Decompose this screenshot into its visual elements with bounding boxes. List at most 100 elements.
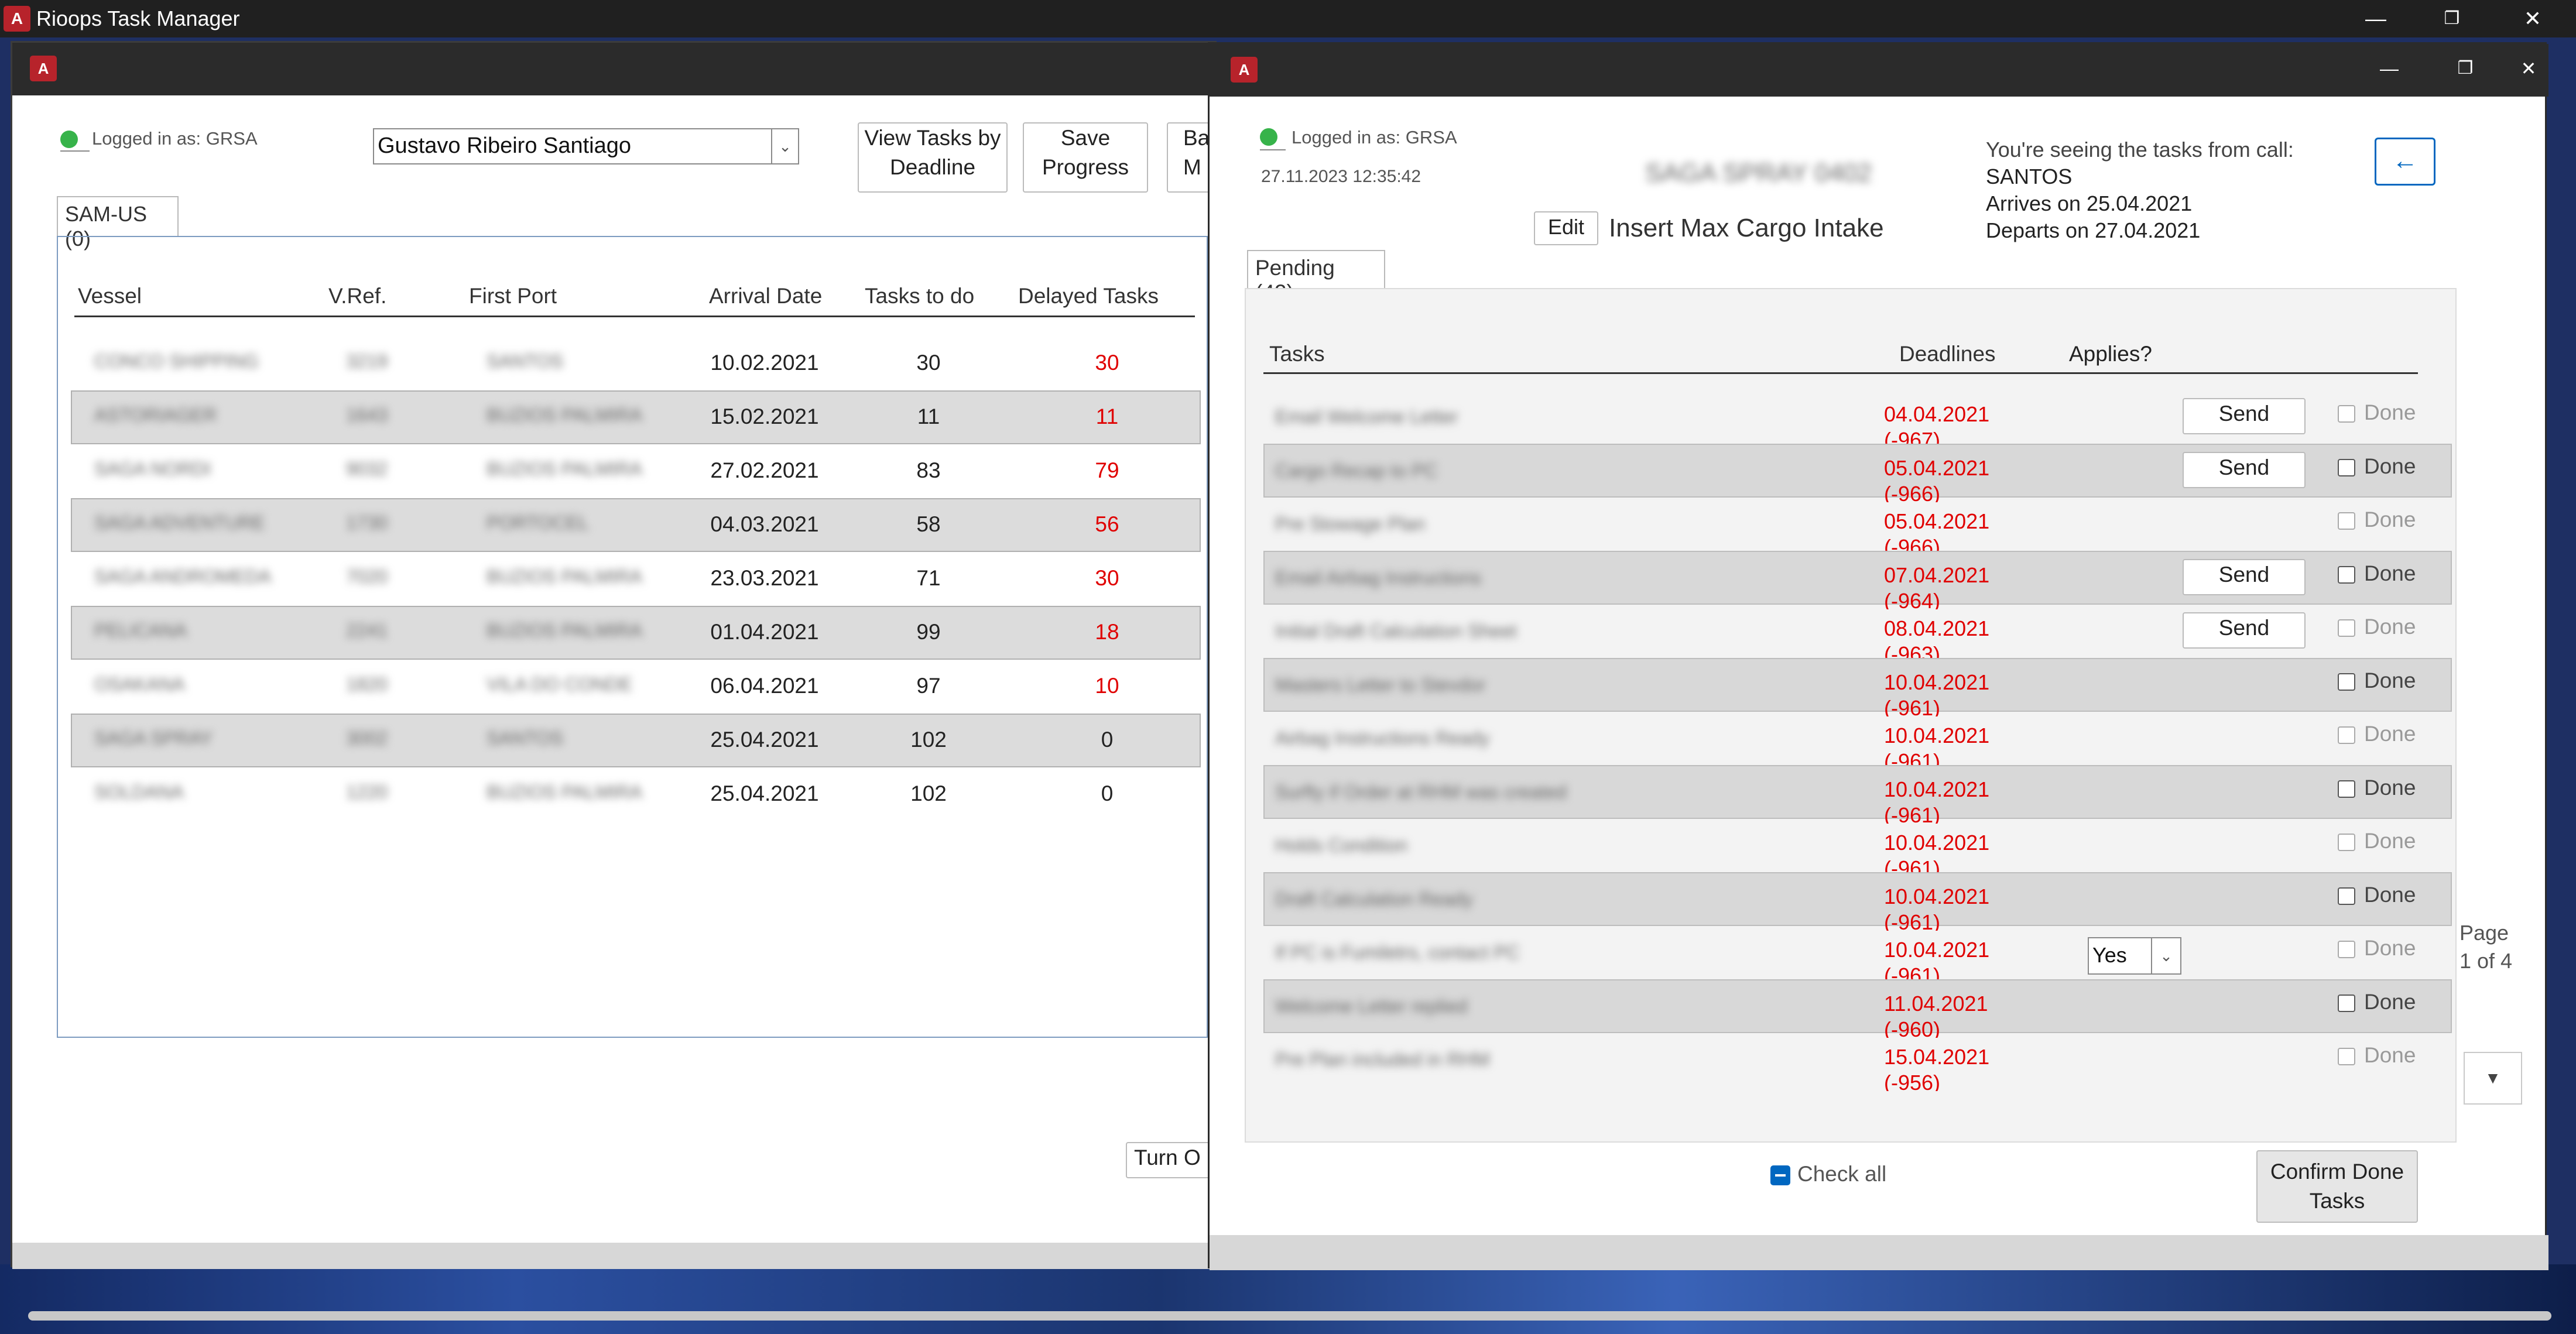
chevron-down-icon[interactable]: ⌄: [771, 129, 798, 163]
table-row[interactable]: OSAKANA 1820 VILA DO CONDE 06.04.2021 97 10: [71, 660, 1201, 714]
task-row[interactable]: Draft Calculation Ready 10.04.2021 (-961)…: [1263, 872, 2452, 931]
send-button[interactable]: Send: [2183, 612, 2306, 649]
table-row[interactable]: PELICANA 2241 BUZIOS PALMIRA 01.04.2021 99 18: [71, 606, 1201, 660]
cell-vref: 3002: [346, 728, 388, 749]
cell-vessel: ASTORIAGER: [94, 404, 217, 426]
done-label: Done: [2364, 829, 2416, 853]
confirm-done-tasks-button[interactable]: Confirm Done Tasks: [2256, 1150, 2418, 1223]
chevron-down-icon[interactable]: ⌄: [2151, 938, 2180, 973]
close-button[interactable]: ✕: [2498, 2, 2568, 35]
close-button[interactable]: ✕: [2502, 52, 2555, 85]
cell-vref: 1643: [346, 404, 388, 426]
task-row[interactable]: Surfty if Order at RHM was created 10.04.…: [1263, 764, 2452, 824]
task-row[interactable]: Holds Condition 10.04.2021 (-961) Done: [1263, 818, 2452, 877]
task-row[interactable]: Email Airbag Instructions 07.04.2021 (-96…: [1263, 550, 2452, 609]
done-label: Done: [2364, 1043, 2416, 1067]
save-progress-button[interactable]: Save Progress: [1023, 122, 1148, 193]
table-row[interactable]: SAGA NORDI 9032 BUZIOS PALMIRA 27.02.2021 83…: [71, 444, 1201, 498]
done-checkbox[interactable]: [2338, 512, 2355, 530]
task-deadline: 08.04.2021 (-963): [1884, 616, 1990, 663]
tab-sam-us[interactable]: SAM-US (0): [57, 196, 179, 251]
call-departs: Departs on 27.04.2021: [1986, 218, 2201, 242]
call-info: You're seeing the tasks from call: SANTO…: [1986, 136, 2294, 244]
cell-tasks-to-do: 97: [916, 674, 941, 698]
done-checkbox[interactable]: [2338, 726, 2355, 744]
done-checkbox[interactable]: [2338, 941, 2355, 958]
cell-delayed-tasks: 18: [1095, 620, 1119, 644]
task-deadline: 05.04.2021 (-966): [1884, 455, 1990, 502]
header-underline: [74, 316, 1195, 317]
task-name: Pre Plan included in RHM: [1275, 1049, 1490, 1070]
table-row[interactable]: SAGA SPRAY 3002 SANTOS 25.04.2021 102 0: [71, 714, 1201, 767]
task-row[interactable]: Pre Plan included in RHM 15.04.2021 (-956…: [1263, 1033, 2452, 1091]
task-deadline: 04.04.2021 (-967): [1884, 402, 1990, 448]
done-checkbox[interactable]: [2338, 565, 2355, 584]
table-row[interactable]: SOLDANA 1220 BUZIOS PALMIRA 25.04.2021 102 0: [71, 767, 1201, 821]
task-deadline: 10.04.2021 (-961): [1884, 884, 1990, 931]
done-checkbox[interactable]: [2338, 994, 2355, 1012]
task-row[interactable]: If PC is Fumiletrs, contact PC 10.04.2021…: [1263, 925, 2452, 984]
back-arrow-button[interactable]: ←: [2375, 138, 2435, 186]
task-row[interactable]: Airbag Instructions Ready 10.04.2021 (-96…: [1263, 711, 2452, 770]
done-checkbox[interactable]: [2338, 1048, 2355, 1065]
task-row[interactable]: Cargo Recap to PC 05.04.2021 (-966) Send Do…: [1263, 443, 2452, 502]
maximize-button[interactable]: ❐: [2439, 52, 2492, 85]
access-form-icon: A: [1231, 57, 1258, 83]
task-name: Pre Stowage Plan: [1275, 513, 1426, 534]
task-deadline: 10.04.2021 (-961): [1884, 831, 1990, 877]
minimize-button[interactable]: —: [2363, 52, 2416, 85]
edit-button[interactable]: Edit: [1534, 211, 1598, 245]
logged-in-label: Logged in as: GRSA: [92, 128, 258, 149]
cell-vessel: CONCO SHIPPING: [94, 351, 259, 372]
task-row[interactable]: Pre Stowage Plan 05.04.2021 (-966) Done: [1263, 497, 2452, 555]
datetime-label: 27.11.2023 12:35:42: [1261, 167, 1421, 186]
cell-arrival-date: 01.04.2021: [710, 620, 819, 644]
task-row[interactable]: Email Welcome Letter 04.04.2021 (-967) Sen…: [1263, 390, 2452, 448]
send-button[interactable]: Send: [2183, 451, 2306, 488]
page-count: 1 of 4: [2459, 949, 2513, 973]
done-checkbox[interactable]: [2338, 887, 2355, 905]
table-row[interactable]: SAGA ADVENTURE 1730 PORTOCEL 04.03.2021 58 56: [71, 498, 1201, 552]
cell-first-port: VILA DO CONDE: [487, 674, 632, 695]
done-checkbox[interactable]: [2338, 405, 2355, 423]
task-row[interactable]: Masters Letter to Stevdor 10.04.2021 (-96…: [1263, 657, 2452, 716]
task-name: Initial Draft Calculation Sheet: [1275, 620, 1517, 642]
send-button[interactable]: Send: [2183, 558, 2306, 595]
cell-arrival-date: 27.02.2021: [710, 458, 819, 482]
restore-button[interactable]: ❐: [2417, 2, 2487, 35]
done-label: Done: [2364, 775, 2416, 800]
minus-icon: [1775, 1174, 1786, 1177]
vessel-list-window: A Logged in as: GRSA Gustavo Ribeiro San…: [11, 41, 1225, 1269]
task-row[interactable]: Initial Draft Calculation Sheet 08.04.202…: [1263, 604, 2452, 663]
cell-arrival-date: 15.02.2021: [710, 404, 819, 428]
task-name: Holds Condition: [1275, 835, 1407, 856]
insert-max-cargo-label: Insert Max Cargo Intake: [1609, 214, 1884, 242]
user-select[interactable]: Gustavo Ribeiro Santiago ⌄: [373, 128, 799, 164]
cell-delayed-tasks: 30: [1095, 566, 1119, 590]
check-all-checkbox[interactable]: [1770, 1165, 1790, 1185]
task-deadline: 07.04.2021 (-964): [1884, 563, 1990, 609]
col-tasks-to-do: Tasks to do: [865, 284, 975, 308]
table-row[interactable]: CONCO SHIPPING 3219 SANTOS 10.02.2021 30 30: [71, 337, 1201, 390]
access-form-icon: A: [30, 56, 57, 81]
table-row[interactable]: ASTORIAGER 1643 BUZIOS PALMIRA 15.02.2021 11…: [71, 390, 1201, 444]
tab-pending[interactable]: Pending (42): [1247, 250, 1385, 304]
send-button[interactable]: Send: [2183, 398, 2306, 434]
minimize-button[interactable]: —: [2341, 2, 2411, 35]
cell-vessel: SAGA NORDI: [94, 458, 211, 479]
logged-in-label: Logged in as: GRSA: [1292, 127, 1457, 148]
done-checkbox[interactable]: [2338, 458, 2355, 476]
view-tasks-by-deadline-button[interactable]: View Tasks by Deadline: [858, 122, 1008, 193]
done-checkbox[interactable]: [2338, 780, 2355, 798]
next-page-button[interactable]: ▼: [2464, 1052, 2522, 1105]
task-row[interactable]: Welcome Letter replied 11.04.2021 (-960) D…: [1263, 979, 2452, 1038]
cell-first-port: PORTOCEL: [487, 512, 589, 533]
cell-arrival-date: 06.04.2021: [710, 674, 819, 698]
done-checkbox[interactable]: [2338, 673, 2355, 691]
done-checkbox[interactable]: [2338, 619, 2355, 637]
turn-off-button[interactable]: Turn O: [1126, 1142, 1214, 1178]
done-checkbox[interactable]: [2338, 834, 2355, 851]
horizontal-scrollbar[interactable]: [28, 1311, 2551, 1321]
table-row[interactable]: SAGA ANDROMEDA 7020 BUZIOS PALMIRA 23.03.20…: [71, 552, 1201, 606]
applies-select[interactable]: Yes ⌄: [2088, 937, 2181, 975]
